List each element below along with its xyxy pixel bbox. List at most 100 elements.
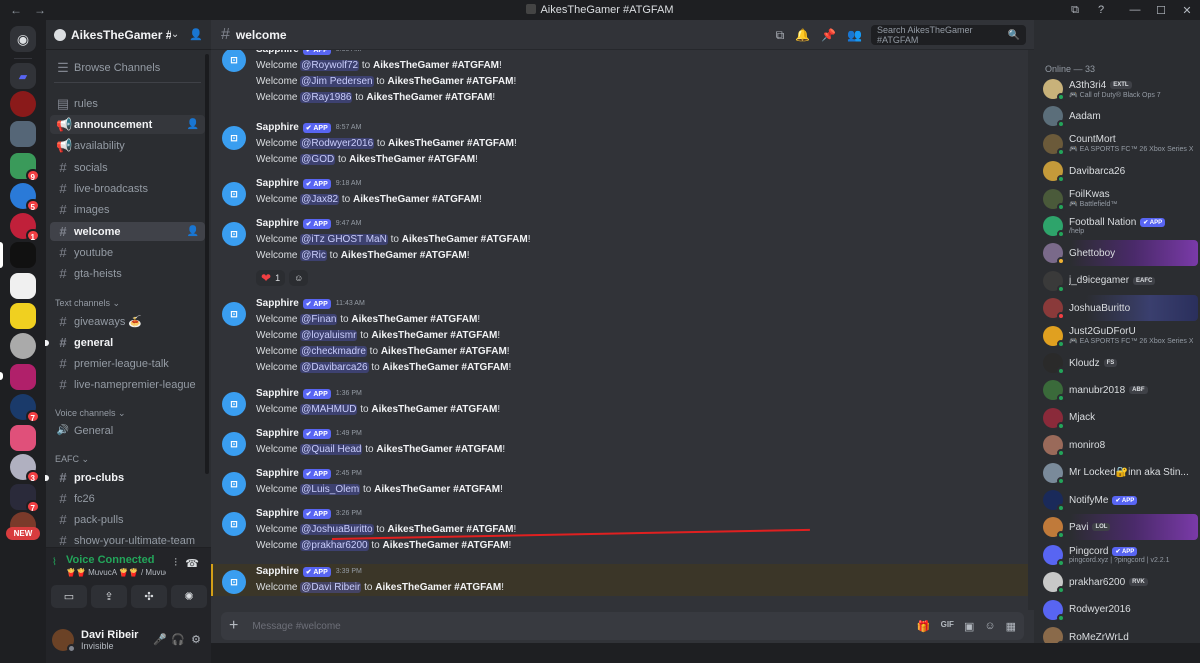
channel-rules[interactable]: ▤ rules bbox=[50, 94, 205, 113]
add-member-icon[interactable]: 👤 bbox=[187, 226, 199, 237]
activities-button[interactable]: ✣ bbox=[131, 585, 167, 608]
headphones-icon[interactable]: 🎧 bbox=[169, 633, 187, 646]
channel-socials[interactable]: # socials bbox=[50, 158, 205, 177]
server-icon[interactable]: 7 bbox=[10, 394, 40, 423]
channel-general[interactable]: # general bbox=[45, 333, 205, 352]
channel-live-broadcasts[interactable]: # live-broadcasts bbox=[50, 179, 205, 198]
member-list-icon[interactable]: 👥 bbox=[847, 28, 862, 43]
user-mention[interactable]: @Jax82 bbox=[300, 194, 340, 205]
dm-icon[interactable]: ▰ bbox=[10, 63, 36, 89]
notification-bell-icon[interactable]: 🔔 bbox=[795, 28, 810, 43]
server-icon[interactable] bbox=[10, 333, 36, 359]
new-unreads-badge[interactable]: NEW bbox=[6, 527, 40, 540]
member-item[interactable]: manubr2018 ABF bbox=[1038, 377, 1198, 403]
user-mention[interactable]: @GOD bbox=[300, 154, 336, 165]
channel-welcome[interactable]: # welcome 👤 bbox=[50, 222, 205, 241]
inbox-icon[interactable]: ⧉ bbox=[1062, 0, 1088, 20]
guild-header[interactable]: AikesTheGamer #A... ⌄ 👤 bbox=[46, 20, 211, 50]
member-item[interactable]: CountMort 🎮 EA SPORTS FC™ 26 Xbox Series … bbox=[1038, 131, 1198, 157]
message-composer[interactable]: + Message #welcome 🎁 GIF ▣ ☺ ▦ bbox=[221, 612, 1024, 640]
bot-avatar[interactable]: ⊡ bbox=[222, 126, 246, 150]
camera-off-button[interactable]: ▭ bbox=[51, 585, 87, 608]
disconnect-icon[interactable]: ☎ bbox=[185, 557, 199, 570]
message-author[interactable]: Sapphire bbox=[256, 388, 299, 399]
server-icon[interactable] bbox=[10, 121, 36, 147]
user-mention[interactable]: @Ric bbox=[300, 250, 327, 261]
signal-icon[interactable]: ⌇ bbox=[52, 557, 57, 568]
back-arrow-icon[interactable]: ← bbox=[10, 3, 22, 17]
username[interactable]: Davi Ribeir bbox=[81, 629, 151, 641]
member-item[interactable]: Mr Locked🔐inn aka Stin... bbox=[1038, 460, 1198, 486]
apps-icon[interactable]: ▦ bbox=[1006, 620, 1016, 633]
channel-announcement[interactable]: 📢 announcement 👤 bbox=[50, 115, 205, 134]
bot-avatar[interactable]: ⊡ bbox=[222, 222, 246, 246]
member-item[interactable]: prakhar6200 RVK bbox=[1038, 569, 1198, 595]
emoji-icon[interactable]: ☺ bbox=[984, 620, 995, 633]
close-button[interactable]: ✕ bbox=[1174, 0, 1200, 20]
message-author[interactable]: Sapphire bbox=[256, 178, 299, 189]
bot-avatar[interactable]: ⊡ bbox=[222, 302, 246, 326]
microphone-icon[interactable]: 🎤 bbox=[151, 633, 169, 646]
member-item[interactable]: Just2GuDForU 🎮 EA SPORTS FC™ 26 Xbox Seri… bbox=[1038, 323, 1198, 349]
bot-avatar[interactable]: ⊡ bbox=[222, 512, 246, 536]
minimize-button[interactable]: — bbox=[1122, 0, 1148, 20]
category-eafc[interactable]: EAFC ⌄ bbox=[55, 454, 89, 465]
member-item[interactable]: moniro8 bbox=[1038, 432, 1198, 458]
user-mention[interactable]: @Roywolf72 bbox=[300, 60, 360, 71]
channel-live-namepremier-league[interactable]: # live-namepremier-league bbox=[50, 375, 205, 394]
message-author[interactable]: Sapphire bbox=[256, 428, 299, 439]
server-icon[interactable]: 5 bbox=[10, 183, 40, 212]
message-author[interactable]: Sapphire bbox=[256, 298, 299, 309]
user-mention[interactable]: @Luis_Olem bbox=[300, 484, 361, 495]
message-author[interactable]: Sapphire bbox=[256, 50, 299, 55]
server-icon[interactable] bbox=[10, 242, 36, 268]
settings-gear-icon[interactable]: ⚙ bbox=[187, 633, 205, 646]
user-mention[interactable]: @Finan bbox=[300, 314, 338, 325]
member-item[interactable]: NotifyMe ✔ APP bbox=[1038, 487, 1198, 513]
bot-avatar[interactable]: ⊡ bbox=[222, 472, 246, 496]
user-mention[interactable]: @iTz GHOST MaN bbox=[300, 234, 388, 245]
reaction-heart[interactable]: ❤ 1 bbox=[256, 270, 286, 286]
soundboard-button[interactable]: ✺ bbox=[171, 585, 207, 608]
message-author[interactable]: Sapphire bbox=[256, 468, 299, 479]
screen-share-button[interactable]: ⇪ bbox=[91, 585, 127, 608]
discord-home-icon[interactable]: ◉ bbox=[10, 26, 36, 52]
channel-youtube[interactable]: # youtube bbox=[50, 243, 205, 262]
message-input[interactable]: Message #welcome bbox=[252, 621, 917, 632]
channel-images[interactable]: # images bbox=[50, 200, 205, 219]
forward-arrow-icon[interactable]: → bbox=[34, 3, 46, 17]
server-icon[interactable]: 3 bbox=[10, 454, 40, 483]
user-mention[interactable]: @Ray1986 bbox=[300, 92, 353, 103]
member-item[interactable]: Aadam bbox=[1038, 103, 1198, 129]
maximize-button[interactable]: ☐ bbox=[1148, 0, 1174, 20]
member-item[interactable]: Pingcord ✔ APP pingcord.xyz | ?pingcord | … bbox=[1038, 542, 1198, 568]
server-icon[interactable]: 7 bbox=[10, 484, 40, 513]
message-author[interactable]: Sapphire bbox=[256, 218, 299, 229]
gift-icon[interactable]: 🎁 bbox=[917, 620, 931, 633]
voice-channel-name[interactable]: 🍟🍟 MuvucA 🍟🍟 / Muvuca ... bbox=[66, 568, 166, 577]
gif-icon[interactable]: GIF bbox=[941, 620, 954, 633]
add-reaction-button[interactable]: ☺ bbox=[289, 270, 309, 286]
member-item[interactable]: j_d9icegamer EAFC bbox=[1038, 268, 1198, 294]
category-voice-channels[interactable]: Voice channels ⌄ bbox=[55, 408, 126, 419]
user-mention[interactable]: @Jim Pedersen bbox=[300, 76, 374, 87]
channel-pro-clubs[interactable]: # pro-clubs bbox=[45, 468, 205, 487]
sticker-icon[interactable]: ▣ bbox=[964, 620, 974, 633]
message-author[interactable]: Sapphire bbox=[256, 508, 299, 519]
bot-avatar[interactable]: ⊡ bbox=[222, 50, 246, 72]
server-icon[interactable]: 9 bbox=[10, 153, 40, 182]
server-icon[interactable]: 1 bbox=[10, 213, 40, 242]
threads-icon[interactable]: ⧉ bbox=[776, 28, 785, 43]
voice-connected-label[interactable]: Voice Connected bbox=[66, 554, 154, 566]
member-item[interactable]: FoilKwas 🎮 Battlefield™ bbox=[1038, 186, 1198, 212]
member-item[interactable]: Ghettoboy bbox=[1038, 240, 1198, 267]
user-mention[interactable]: @loyaluismr bbox=[300, 330, 358, 341]
avatar[interactable] bbox=[52, 628, 76, 653]
channel-availability[interactable]: 📢 availability bbox=[50, 136, 205, 155]
pinned-messages-icon[interactable]: 📌 bbox=[821, 28, 836, 43]
server-icon[interactable] bbox=[10, 364, 36, 390]
bot-avatar[interactable]: ⊡ bbox=[222, 182, 246, 206]
noise-suppression-icon[interactable]: ⫶ bbox=[174, 557, 177, 570]
invite-icon[interactable]: 👤 bbox=[189, 28, 203, 41]
message-author[interactable]: Sapphire bbox=[256, 566, 299, 577]
